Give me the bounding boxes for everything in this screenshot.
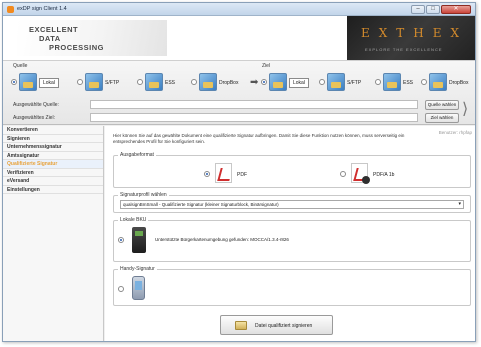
sign-qualified-button[interactable]: Datei qualifiziert signieren bbox=[220, 315, 333, 335]
signature-profile-value: qualsignBmSmall - Qualifizierte Signatur… bbox=[123, 202, 279, 207]
local-bku-group: Lokale BKU Unterstützte Bürgerkartenumge… bbox=[113, 217, 471, 262]
option-label: ESS bbox=[165, 80, 176, 86]
handy-signature-legend: Handy-Signatur bbox=[120, 266, 155, 272]
sidebar-item-verifizieren[interactable]: Verifizieren bbox=[3, 169, 103, 177]
format-label: PDF bbox=[237, 172, 247, 178]
radio-button[interactable] bbox=[118, 237, 124, 243]
signature-profile-legend: Signaturprofil wählen bbox=[120, 192, 167, 198]
brand-tagline: EXPLORE THE EXCELLENCE bbox=[365, 47, 443, 52]
folder-icon bbox=[327, 73, 345, 91]
window-title: exDP sign Client 1.4 bbox=[17, 6, 67, 12]
option-label: S/FTP bbox=[347, 80, 362, 86]
logo-line-1: EXCELLENT bbox=[29, 25, 79, 34]
option-label: Lokal bbox=[39, 78, 59, 88]
option-label: ESS bbox=[403, 80, 414, 86]
user-label: Benutzer: rhpfap bbox=[438, 130, 472, 135]
handy-signature-group: Handy-Signatur bbox=[113, 266, 471, 306]
radio-button[interactable] bbox=[421, 79, 427, 85]
source-field-label: Ausgewählte Quelle: bbox=[13, 102, 59, 108]
sidebar-item-amtssignatur[interactable]: Amtssignatur bbox=[3, 152, 103, 160]
close-button[interactable]: ✕ bbox=[441, 5, 471, 14]
signature-profile-select[interactable]: qualsignBmSmall - Qualifizierte Signatur… bbox=[120, 200, 464, 209]
app-window: exDP sign Client 1.4 – □ ✕ EXCELLENT DAT… bbox=[2, 2, 476, 342]
radio-button[interactable] bbox=[319, 79, 325, 85]
sidebar-item-unternehmenssignatur[interactable]: Unternehmenssignatur bbox=[3, 143, 103, 152]
target-field-label: Ausgewähltes Ziel: bbox=[13, 115, 55, 121]
local-bku-status: Unterstützte Bürgerkartenumgebung gefund… bbox=[155, 237, 289, 242]
format-label: PDF/A 1b bbox=[373, 172, 395, 178]
pdfa-icon bbox=[351, 163, 370, 184]
radio-button[interactable] bbox=[340, 171, 346, 177]
radio-button[interactable] bbox=[77, 79, 83, 85]
chevron-down-icon: ▾ bbox=[458, 201, 461, 207]
logo-line-3: PROCESSING bbox=[49, 43, 105, 52]
brand-logo: EXTHEX EXPLORE THE EXCELLENCE bbox=[347, 16, 475, 60]
sidebar-item-signieren[interactable]: Signieren bbox=[3, 135, 103, 143]
radio-button[interactable] bbox=[261, 79, 267, 85]
phone-icon bbox=[132, 276, 145, 300]
local-bku-legend: Lokale BKU bbox=[120, 217, 147, 223]
folder-icon bbox=[429, 73, 447, 91]
option-label: Lokal bbox=[289, 78, 309, 88]
sign-button-label: Datei qualifiziert signieren bbox=[255, 323, 313, 329]
output-format-group: Ausgabeformat PDF PDF/A 1b bbox=[113, 152, 471, 188]
radio-button[interactable] bbox=[204, 171, 210, 177]
sidebar-item-konvertieren[interactable]: Konvertieren bbox=[3, 126, 103, 135]
arrow-right-icon: ➡ bbox=[250, 77, 259, 88]
option-label: DropBox bbox=[449, 80, 469, 86]
sidebar-item-qualifizierte-signatur[interactable]: Qualifizierte Signatur bbox=[3, 160, 103, 169]
company-logo: EXCELLENT DATA PROCESSING bbox=[17, 20, 167, 56]
maximize-button[interactable]: □ bbox=[426, 5, 440, 14]
signature-profile-group: Signaturprofil wählen qualsignBmSmall - … bbox=[113, 192, 471, 213]
source-path-input[interactable] bbox=[90, 100, 418, 109]
source-target-bar: Quelle Ziel Lokal S/FTP ESS DropBox ➡ Lo… bbox=[3, 60, 475, 125]
folder-icon bbox=[199, 73, 217, 91]
source-label: Quelle bbox=[13, 63, 28, 69]
folder-icon bbox=[85, 73, 103, 91]
choose-target-button[interactable]: Ziel wählen bbox=[425, 113, 459, 123]
refresh-icon[interactable]: ⟩ bbox=[462, 101, 474, 119]
main-panel: Benutzer: rhpfap Hier können Sie auf das… bbox=[105, 126, 475, 341]
sidebar: Konvertieren Signieren Unternehmenssigna… bbox=[3, 126, 104, 341]
sidebar-item-einstellungen[interactable]: Einstellungen bbox=[3, 186, 103, 194]
logo-line-2: DATA bbox=[39, 34, 61, 43]
option-label: DropBox bbox=[219, 80, 239, 86]
folder-icon bbox=[145, 73, 163, 91]
minimize-button[interactable]: – bbox=[411, 5, 425, 14]
pdf-icon bbox=[215, 163, 232, 183]
header-banner: EXCELLENT DATA PROCESSING EXTHEX EXPLORE… bbox=[3, 16, 475, 60]
radio-button[interactable] bbox=[191, 79, 197, 85]
target-path-input[interactable] bbox=[90, 113, 418, 122]
sidebar-item-eversand[interactable]: eVersand bbox=[3, 177, 103, 186]
option-label: S/FTP bbox=[105, 80, 120, 86]
folder-icon bbox=[383, 73, 401, 91]
folder-icon bbox=[19, 73, 37, 91]
radio-button[interactable] bbox=[118, 286, 124, 292]
signature-icon bbox=[235, 321, 247, 330]
choose-source-button[interactable]: Quelle wählen bbox=[425, 100, 459, 110]
radio-button[interactable] bbox=[11, 79, 17, 85]
output-format-legend: Ausgabeformat bbox=[120, 152, 154, 158]
title-bar[interactable]: exDP sign Client 1.4 – □ ✕ bbox=[3, 3, 475, 16]
folder-icon bbox=[269, 73, 287, 91]
brand-name: EXTHEX bbox=[361, 26, 469, 40]
target-label: Ziel bbox=[262, 63, 271, 69]
card-reader-icon bbox=[132, 227, 146, 253]
app-icon bbox=[7, 6, 14, 13]
radio-button[interactable] bbox=[137, 79, 143, 85]
intro-text: Hier können Sie auf das gewählte Dokumen… bbox=[113, 133, 405, 144]
radio-button[interactable] bbox=[375, 79, 381, 85]
